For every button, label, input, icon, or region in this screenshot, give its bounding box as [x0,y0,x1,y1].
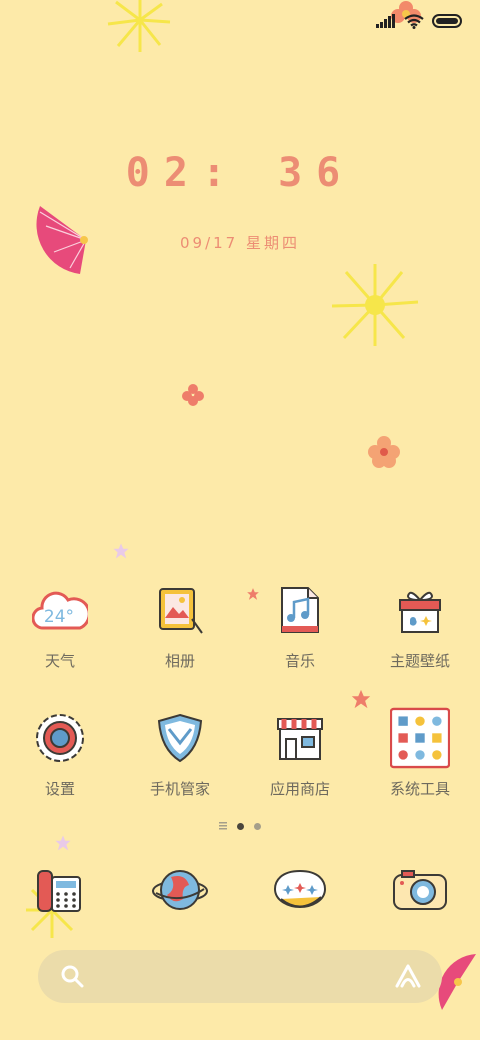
page-dot [254,822,261,830]
app-label: 相册 [164,652,195,670]
svg-text:24°: 24° [44,607,74,627]
app-label: 天气 [44,652,75,670]
app-label: 设置 [44,780,75,798]
app-label: 手机管家 [149,780,210,798]
app-gallery[interactable]: 相册 [120,580,240,671]
wifi-icon [404,13,424,29]
phone-icon [28,860,92,920]
dock-messages[interactable] [240,860,360,920]
shield-icon [150,708,210,768]
star-decoration [113,543,129,559]
hand-fan-decoration [438,954,476,1010]
camera-icon [388,860,452,920]
app-music[interactable]: 音乐 [240,580,360,671]
weather-cloud-icon: 24° [30,580,90,640]
app-label: 音乐 [284,652,315,670]
dock-phone[interactable] [0,860,120,920]
app-settings[interactable]: 设置 [0,708,120,799]
dock [0,860,480,920]
signal-icon [376,14,395,28]
page-list-icon [219,822,227,830]
gallery-frame-icon [150,580,210,640]
firework-decoration [107,0,171,52]
search-icon[interactable] [60,964,84,988]
browser-globe-icon [148,860,212,920]
page-indicator[interactable] [0,822,480,830]
music-note-icon [270,580,330,640]
messages-bubble-icon [268,860,332,920]
app-label: 系统工具 [389,780,450,798]
gift-box-icon [390,580,450,640]
tools-folder-icon [390,707,450,769]
app-store[interactable]: 应用商店 [240,708,360,799]
app-system-tools-folder[interactable]: 系统工具 [360,707,480,799]
clock-date: 09/17 星期四 [180,234,300,252]
page-dot-active [237,822,244,830]
status-bar [376,8,462,34]
app-weather[interactable]: 24° 天气 [0,580,120,671]
app-themes[interactable]: 主题壁纸 [360,580,480,671]
flower-decoration [182,384,204,406]
app-grid-row-2: 设置 手机管家 应用商店 系统工具 [0,707,480,799]
dock-browser[interactable] [120,860,240,920]
store-icon [270,708,330,768]
flower-decoration [368,436,400,468]
search-bar[interactable] [38,950,442,1003]
battery-icon [432,14,462,28]
app-label: 应用商店 [269,780,330,798]
assistant-icon[interactable] [394,963,422,989]
star-decoration [351,689,371,709]
star-decoration [55,835,71,851]
dock-camera[interactable] [360,860,480,920]
app-security[interactable]: 手机管家 [120,708,240,799]
app-grid-row-1: 24° 天气 相册 音乐 主题壁纸 [0,580,480,671]
clock-time[interactable]: 02: 36 [0,150,480,196]
gear-icon [30,708,90,768]
app-label: 主题壁纸 [389,652,450,670]
firework-decoration [331,264,419,346]
